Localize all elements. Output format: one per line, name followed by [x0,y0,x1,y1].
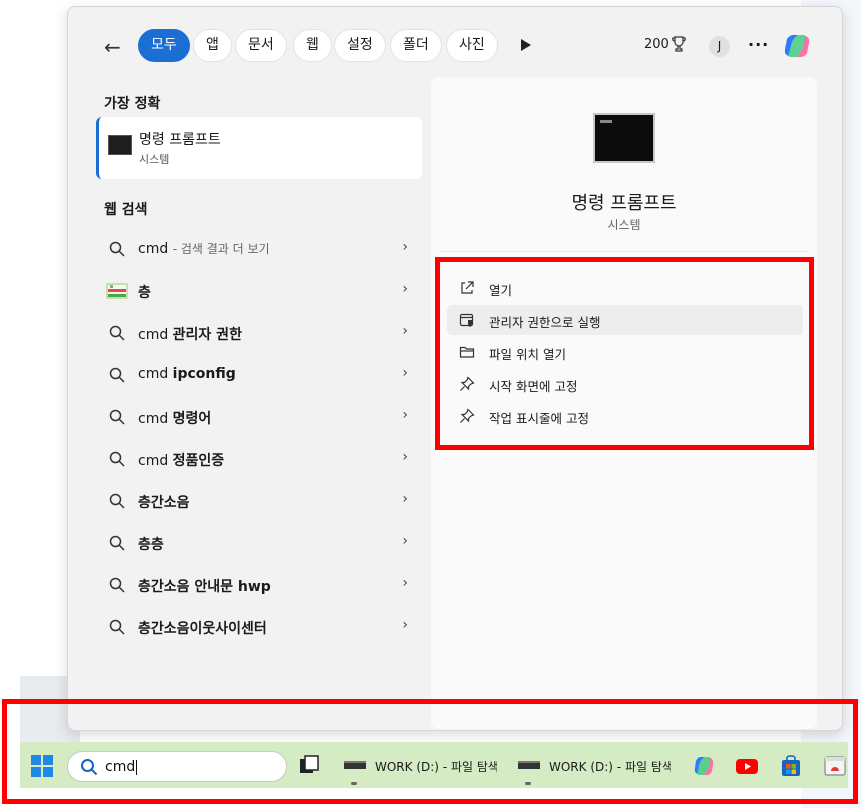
filter-tab-all[interactable]: 모두 [138,29,190,62]
chevron-right-icon: › [402,575,408,591]
web-search-item[interactable]: 층간소음이웃사이센터 › [96,607,422,647]
web-search-item[interactable]: 층간소음 안내문 hwp › [96,565,422,605]
search-icon [109,451,125,467]
web-search-heading: 웹 검색 [104,202,148,218]
chevron-right-icon: › [402,281,408,297]
filter-tab-apps[interactable]: 앱 [193,29,232,62]
web-search-item[interactable]: 층층 › [96,523,422,563]
filter-tab-photos[interactable]: 사진 [446,29,498,62]
web-search-query: 층층 [138,537,164,553]
filter-bar: ← 모두 앱 문서 웹 설정 폴더 사진 200 J ··· [68,7,842,83]
web-search-item[interactable]: cmd 정품인증 › [96,439,422,479]
web-search-item[interactable]: 층간소음 › [96,481,422,521]
more-options-button[interactable]: ··· [748,35,769,54]
web-search-item[interactable]: 층 › [96,271,422,311]
best-match-type: 시스템 [139,153,170,166]
search-icon [109,325,125,341]
web-search-item[interactable]: cmd - 검색 결과 더 보기 › [96,229,422,269]
search-icon [109,367,125,383]
chevron-right-icon: › [402,491,408,507]
command-prompt-icon [108,135,132,155]
best-match-heading: 가장 정확 [104,96,161,112]
web-search-item[interactable]: cmd ipconfig › [96,355,422,395]
divider [439,251,809,252]
avatar[interactable]: J [709,36,730,57]
web-search-query: cmd ipconfig [138,366,236,382]
chevron-right-icon: › [402,449,408,465]
web-search-item[interactable]: cmd 관리자 권한 › [96,313,422,353]
search-icon [109,577,125,593]
command-prompt-large-icon [593,113,655,163]
chevron-right-icon: › [402,617,408,633]
search-icon [109,493,125,509]
trophy-icon[interactable] [672,36,686,52]
more-filters-play-icon[interactable] [520,38,532,52]
best-match-item[interactable]: 명령 프롬프트 시스템 [96,117,422,179]
detail-subtitle: 시스템 [607,218,641,232]
chevron-right-icon: › [402,323,408,339]
search-icon [109,409,125,425]
back-button[interactable]: ← [104,35,130,59]
highlight-box-taskbar [2,699,858,804]
filter-tab-settings[interactable]: 설정 [334,29,386,62]
web-search-query: cmd - 검색 결과 더 보기 [138,241,270,257]
web-search-query: 층간소음이웃사이센터 [138,621,267,637]
best-match-name: 명령 프롬프트 [139,132,221,148]
search-icon [109,241,125,257]
floor-plan-icon [106,283,128,299]
web-search-query: cmd 정품인증 [138,453,225,469]
web-search-query: 층 [138,285,151,301]
web-search-query: 층간소음 안내문 hwp [138,579,271,595]
filter-tab-folders[interactable]: 폴더 [390,29,442,62]
detail-title: 명령 프롬프트 [571,193,677,214]
web-search-query: cmd 관리자 권한 [138,327,242,343]
filter-tab-documents[interactable]: 문서 [235,29,287,62]
chevron-right-icon: › [402,533,408,549]
web-search-item[interactable]: cmd 명령어 › [96,397,422,437]
chevron-right-icon: › [402,407,408,423]
chevron-right-icon: › [402,365,408,381]
search-icon [109,535,125,551]
rewards-points: 200 [644,37,669,52]
highlight-box-actions [435,257,814,450]
search-icon [109,619,125,635]
filter-tab-web[interactable]: 웹 [293,29,332,62]
web-search-query: cmd 명령어 [138,411,212,427]
web-search-query: 층간소음 [138,495,190,511]
chevron-right-icon: › [402,239,408,255]
copilot-icon[interactable] [782,31,812,61]
